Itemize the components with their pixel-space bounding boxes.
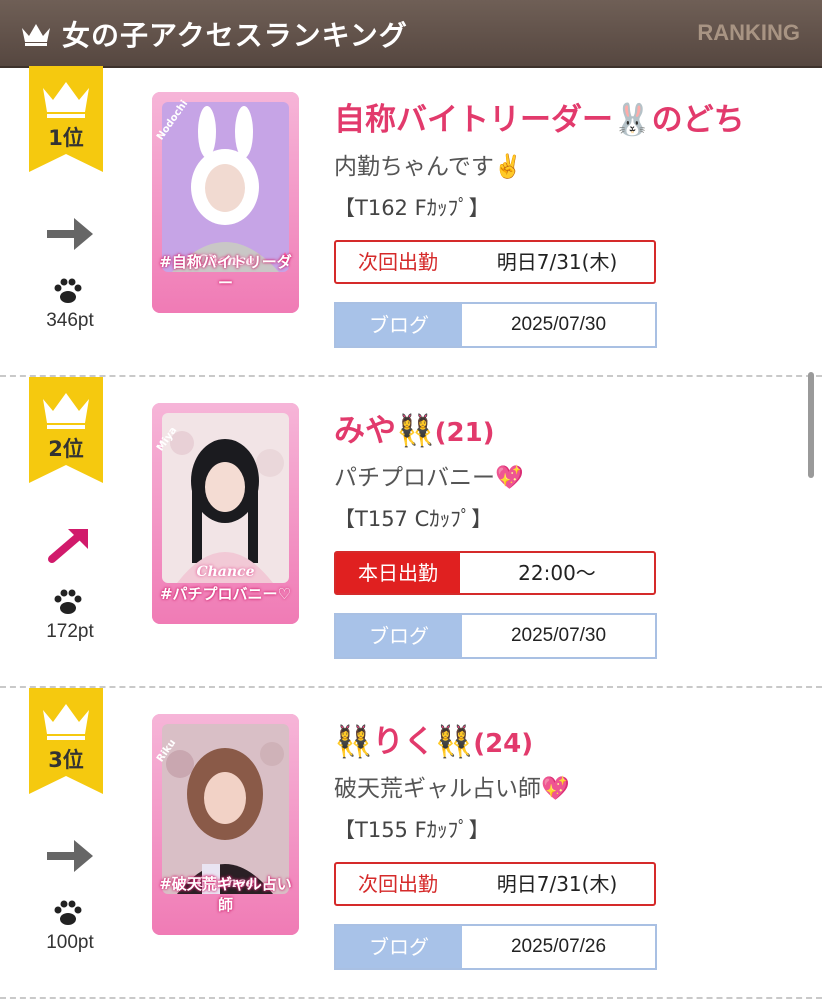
body-spec: 【T155 Fｶｯﾌﾟ】 [334,818,490,842]
blog-label: ブログ [336,304,462,346]
points-value: 100pt [46,932,94,953]
crown-icon [29,688,103,794]
blog-label: ブログ [336,615,462,657]
crown-icon [29,66,103,172]
girl-name[interactable]: みや👯‍♀️(21) [334,405,495,450]
ranking-label: RANKING [697,20,800,45]
shift-label: 本日出勤 [336,553,460,593]
name-text[interactable]: 👯‍♀️りく👯‍♀️ [334,724,473,760]
scrollbar[interactable] [808,372,814,478]
shift-label: 次回出勤 [358,872,438,896]
profile-photo[interactable]: Nodochi Chance #自称バイトリーダー [152,92,299,313]
trend-arrow-up-right-icon [48,529,88,563]
blog-label: ブログ [336,926,462,968]
rank-label: 2位 [48,437,84,461]
photo-hashtag: #破天荒ギャル占い師 [159,875,292,914]
ranking-entry[interactable]: 1位 346pt Nodochi Chance #自称バイトリーダー 自称バイト… [0,66,822,377]
name-text[interactable]: みや👯‍♀️ [334,413,435,449]
ranking-entry[interactable]: 3位 100pt Riku Chance #破天荒ギャル占い師 👯‍♀️りく👯‍… [0,688,822,999]
blog-date: 2025/07/30 [510,314,607,335]
catchphrase: 破天荒ギャル占い師💖 [334,776,570,802]
age-text: (21) [434,418,495,448]
photo-hashtag: #自称バイトリーダー [159,253,292,292]
body-spec: 【T157 Cｶｯﾌﾟ】 [334,507,493,531]
blog-link[interactable]: ブログ 2025/07/26 [334,924,657,970]
shift-value: 明日7/31(木) [496,250,618,274]
profile-photo[interactable]: Miya Chance #パチプロバニー♡ [152,403,299,624]
blog-link[interactable]: ブログ 2025/07/30 [334,302,657,348]
trend-arrow-right-icon [47,218,93,250]
entry-divider [0,997,822,999]
rank-label: 1位 [48,126,84,150]
crown-icon [22,24,50,46]
blog-link[interactable]: ブログ 2025/07/30 [334,613,657,659]
today-shift-box[interactable]: 本日出勤 22:00〜 [334,551,656,595]
rank-badge: 2位 [29,377,103,483]
points-value: 346pt [46,310,94,331]
points-value: 172pt [46,621,94,642]
profile-photo[interactable]: Riku Chance #破天荒ギャル占い師 [152,714,299,935]
photo-hashtag: #パチプロバニー♡ [159,585,292,603]
girl-name[interactable]: 自称バイトリーダー🐰のどち [334,94,745,139]
paw-icon [54,589,82,614]
ranking-header: 女の子アクセスランキング RANKING [0,0,822,68]
shift-value: 22:00〜 [518,561,596,585]
shift-label: 次回出勤 [358,250,438,274]
trend-arrow-right-icon [47,840,93,872]
age-text: (24) [473,729,534,759]
ranking-entry[interactable]: 2位 172pt Miya Chance #パチプロバニー♡ みや👯‍♀️(21… [0,377,822,688]
paw-icon [54,900,82,925]
rank-label: 3位 [48,748,84,772]
blog-date: 2025/07/26 [510,936,607,957]
body-spec: 【T162 Fｶｯﾌﾟ】 [334,196,490,220]
next-shift-box[interactable]: 次回出勤 明日7/31(木) [334,240,656,284]
rank-badge: 3位 [29,688,103,794]
shop-logo: Chance [196,564,255,580]
crown-icon [29,377,103,483]
name-text[interactable]: 自称バイトリーダー🐰のどち [334,102,745,138]
paw-icon [54,278,82,303]
page-title: 女の子アクセスランキング [62,19,408,52]
catchphrase: 内勤ちゃんです✌️ [334,154,523,180]
shift-value: 明日7/31(木) [496,872,618,896]
blog-date: 2025/07/30 [510,625,607,646]
catchphrase: パチプロバニー💖 [334,465,524,491]
girl-name[interactable]: 👯‍♀️りく👯‍♀️(24) [334,716,533,761]
next-shift-box[interactable]: 次回出勤 明日7/31(木) [334,862,656,906]
rank-badge: 1位 [29,66,103,172]
